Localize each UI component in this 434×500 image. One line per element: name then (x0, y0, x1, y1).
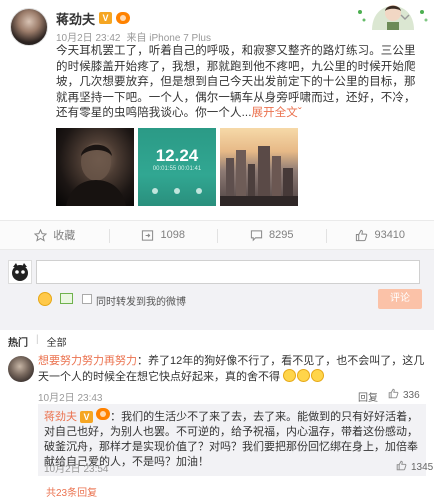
emoji-icon (283, 369, 297, 382)
comment-time: 10月2日 23:43 (38, 393, 103, 404)
photo-clock-text: 12.24 (155, 146, 199, 165)
comment-count: 8295 (269, 229, 294, 241)
thumbs-up-icon (396, 460, 407, 474)
expand-label[interactable]: 展开全文 (252, 107, 298, 119)
photo-grid: 12.24 00:01:55 00:01:41 (56, 128, 298, 206)
member-badge-icon (96, 408, 111, 420)
commenter-name[interactable]: 想要努力努力再努力 (38, 355, 137, 367)
verified-badge-icon: V (80, 411, 94, 423)
author-name[interactable]: 蒋劲夫 (56, 9, 95, 28)
photo-clock-subtext: 00:01:55 00:01:41 (152, 166, 202, 172)
favorite-label: 收藏 (53, 230, 76, 242)
reply-like-button[interactable]: 1345 (396, 460, 433, 474)
tab-all[interactable]: 全部 (47, 334, 67, 349)
comment-input[interactable] (36, 260, 420, 284)
post-photo[interactable] (220, 128, 298, 206)
post-source: 来自 iPhone 7 Plus (127, 29, 212, 44)
comment-text: 想要努力努力再努力：养了12年的狗好像不行了，看不见了，也不会叫了，这几天一个人… (38, 354, 426, 385)
repost-checkbox-label: 同时转发到我的微博 (96, 297, 186, 308)
like-count: 93410 (374, 229, 406, 241)
comment-like-button[interactable]: 336 (388, 388, 420, 402)
repost-checkbox[interactable] (82, 294, 92, 304)
expand-full-text-link[interactable]: 展开全文ˇ (252, 107, 302, 119)
emoji-icon (311, 369, 325, 382)
star-icon (33, 228, 47, 242)
post-photo[interactable]: 12.24 00:01:55 00:01:41 (138, 128, 216, 206)
emoji-icon (297, 369, 311, 382)
repost-count: 1098 (160, 229, 185, 241)
comment-icon (249, 228, 263, 242)
emoji-icon[interactable] (38, 292, 52, 306)
photo-dots (152, 188, 202, 196)
reply-colon: ： (110, 411, 122, 423)
tab-separator: | (36, 334, 39, 345)
post-source-device[interactable]: iPhone 7 Plus (149, 33, 211, 44)
repost-icon (141, 228, 155, 242)
repost-button[interactable]: 1098 (108, 221, 218, 249)
verified-badge-icon[interactable]: V (99, 12, 113, 24)
more-replies-link[interactable]: 共23条回复 (46, 484, 97, 499)
comment-tabs: 热门 | 全部 (8, 334, 67, 349)
like-button[interactable]: 93410 (325, 221, 434, 249)
comment-like-count: 336 (403, 389, 420, 401)
comment-composer: 同时转发到我的微博 评论 (0, 250, 434, 330)
image-upload-icon[interactable] (60, 293, 73, 304)
post-body: 今天耳机罢工了，听着自己的呼吸，和寂寥又整齐的路灯练习。三公里的时候膝盖开始疼了… (56, 45, 416, 119)
post-ellipsis: ... (241, 107, 252, 119)
comment-button[interactable]: 8295 (217, 221, 326, 249)
favorite-button[interactable]: 收藏 (0, 221, 109, 249)
post-photo[interactable] (56, 128, 134, 206)
chevron-down-icon[interactable] (399, 12, 411, 22)
submit-comment-button[interactable]: 评论 (378, 289, 422, 309)
post-action-bar: 收藏 1098 8295 93410 (0, 220, 434, 250)
author-reply: 蒋劲夫 V ：我们的生活少不了来了去，去了来。能做到的只有好好活着，对自己也好，… (38, 404, 433, 476)
post-text: 今天耳机罢工了，听着自己的呼吸，和寂寥又整齐的路灯练习。三公里的时候膝盖开始疼了… (56, 44, 426, 122)
reply-button[interactable]: 回复 (358, 389, 378, 404)
author-row: 蒋劲夫 V (56, 9, 131, 28)
weibo-post: 蒋劲夫 V 10月2日 23:42 来自 iPhone 7 Plus 今天耳机罢… (0, 0, 434, 220)
reply-author-name[interactable]: 蒋劲夫 (44, 411, 77, 423)
commenter-avatar[interactable] (8, 356, 34, 382)
post-meta: 10月2日 23:42 来自 iPhone 7 Plus (56, 29, 211, 44)
reply-like-count: 1345 (411, 461, 434, 473)
thumbs-up-icon (388, 388, 399, 402)
comment-colon: ： (137, 355, 148, 367)
post-source-prefix: 来自 (126, 33, 147, 44)
member-badge-icon[interactable] (116, 12, 131, 24)
expand-chevron-icon: ˇ (297, 107, 302, 119)
reply-time: 10月2日 23:54 (44, 464, 109, 475)
side-avatar[interactable] (352, 0, 434, 30)
post-time[interactable]: 10月2日 23:42 (56, 29, 121, 44)
thumbs-up-icon (354, 228, 368, 242)
current-user-avatar[interactable] (8, 260, 32, 284)
author-avatar[interactable] (10, 8, 48, 46)
tab-hot[interactable]: 热门 (8, 334, 28, 349)
